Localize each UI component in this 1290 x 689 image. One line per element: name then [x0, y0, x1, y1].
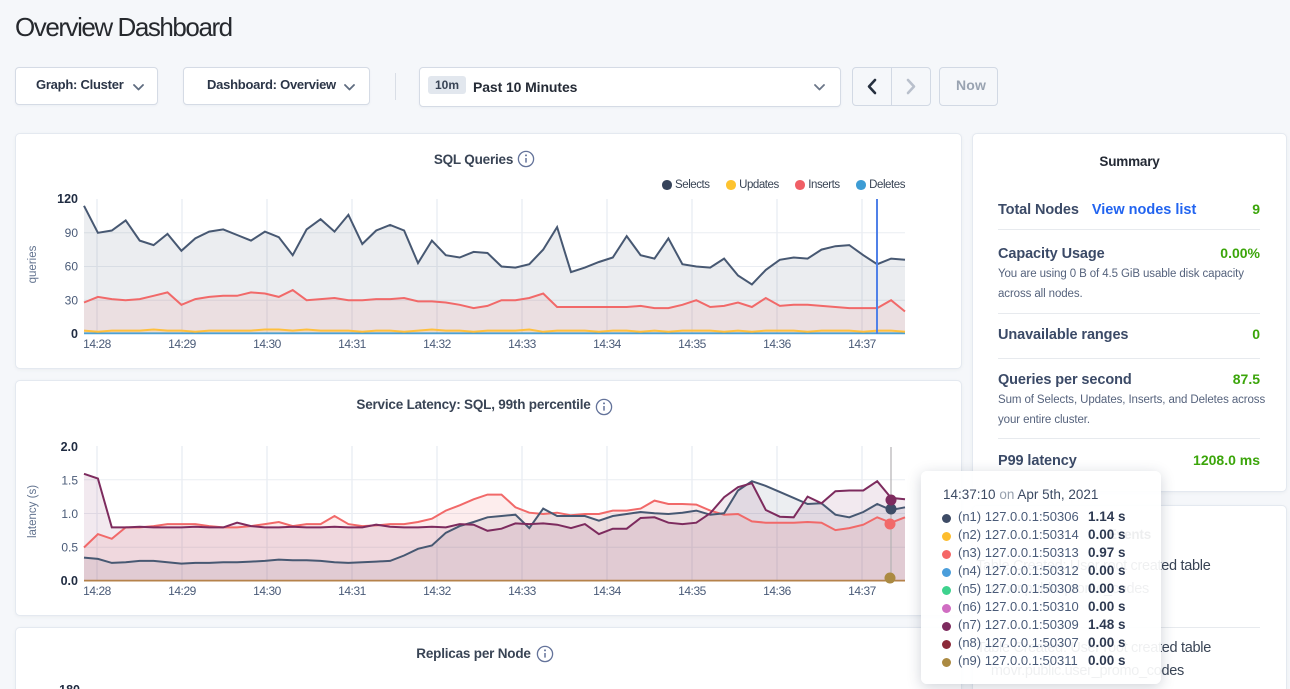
svg-text:0.0: 0.0	[61, 574, 78, 588]
svg-text:14:33: 14:33	[508, 337, 537, 351]
svg-text:60: 60	[65, 260, 79, 274]
svg-text:14:32: 14:32	[423, 337, 452, 351]
svg-text:14:33: 14:33	[508, 584, 537, 598]
svg-text:90: 90	[65, 226, 79, 240]
svg-text:14:37: 14:37	[848, 584, 877, 598]
svg-text:14:31: 14:31	[338, 337, 367, 351]
svg-text:0: 0	[71, 327, 78, 341]
svg-text:0.5: 0.5	[61, 541, 78, 555]
svg-text:14:29: 14:29	[168, 337, 197, 351]
svg-text:14:36: 14:36	[763, 584, 792, 598]
svg-text:14:30: 14:30	[253, 584, 282, 598]
svg-text:14:30: 14:30	[253, 337, 282, 351]
svg-text:14:31: 14:31	[338, 584, 367, 598]
svg-text:latency (s): latency (s)	[27, 485, 39, 538]
svg-text:14:34: 14:34	[593, 584, 622, 598]
svg-text:1.0: 1.0	[61, 507, 78, 521]
svg-text:14:34: 14:34	[593, 337, 622, 351]
svg-text:120: 120	[57, 192, 78, 206]
svg-text:14:35: 14:35	[678, 337, 707, 351]
svg-text:2.0: 2.0	[61, 440, 78, 454]
svg-text:1.5: 1.5	[61, 474, 78, 488]
svg-text:14:35: 14:35	[678, 584, 707, 598]
svg-text:queries: queries	[27, 245, 39, 283]
svg-text:14:36: 14:36	[763, 337, 792, 351]
svg-text:14:28: 14:28	[83, 337, 112, 351]
svg-text:30: 30	[65, 293, 79, 307]
svg-text:14:32: 14:32	[423, 584, 452, 598]
svg-text:14:37: 14:37	[848, 337, 877, 351]
svg-text:14:29: 14:29	[168, 584, 197, 598]
svg-text:14:28: 14:28	[83, 584, 112, 598]
